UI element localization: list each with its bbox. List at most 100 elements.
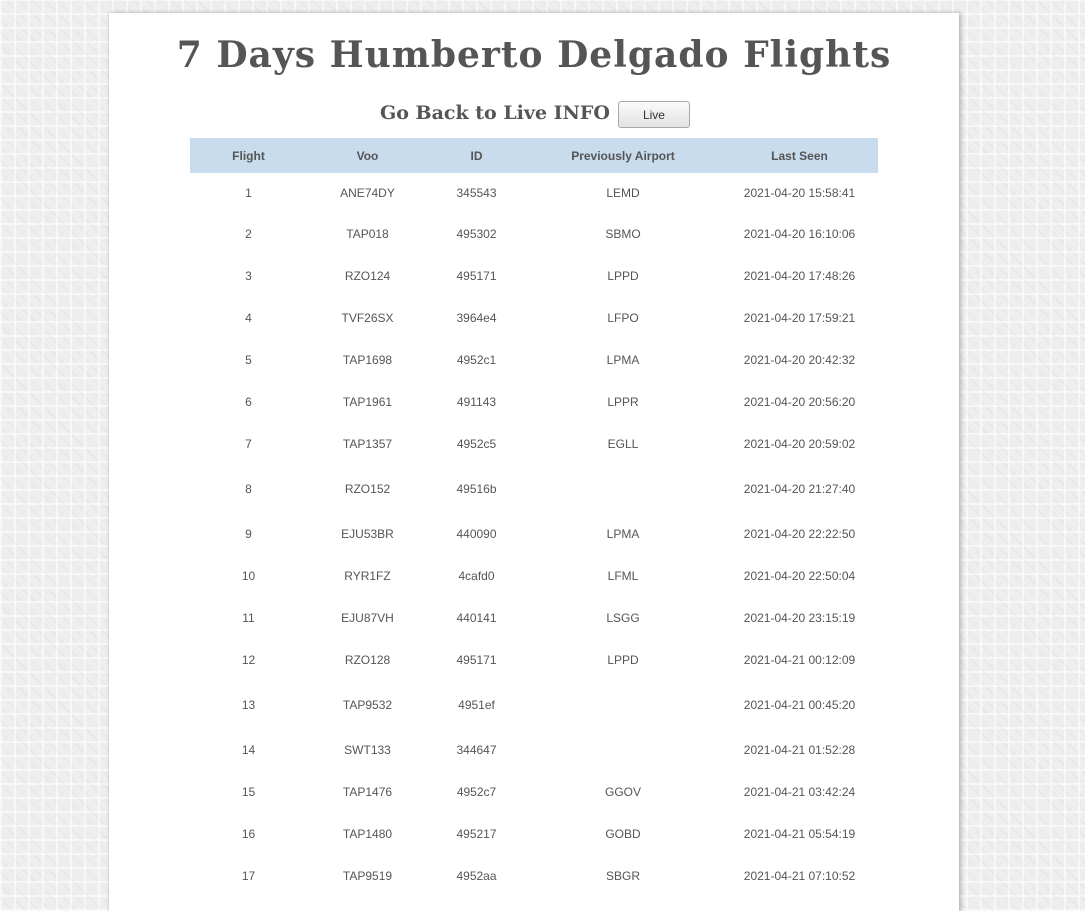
cell-voo: RZO128 xyxy=(344,653,391,667)
table-row: 10 RYR1FZ 4cafd0 LFML 2021-04-20 22:50:04 xyxy=(190,555,878,597)
cell-voo: TAP1698 xyxy=(342,353,393,367)
header-previously-airport: Previously Airport xyxy=(525,138,721,173)
header-voo: Voo xyxy=(307,138,428,173)
cell-voo: EJU87VH xyxy=(341,611,394,625)
table-header: Flight Voo ID Previously Airport Last Se… xyxy=(190,138,878,173)
table-row: 1 ANE74DY 345543 LEMD 2021-04-20 15:58:41 xyxy=(190,173,878,213)
table-row: 6 TAP1961 491143 LPPR 2021-04-20 20:56:20 xyxy=(190,381,878,423)
cell-last-seen: 2021-04-20 22:22:50 xyxy=(743,527,856,541)
cell-last-seen: 2021-04-20 17:48:26 xyxy=(743,269,856,283)
content-panel: 7 Days Humberto Delgado Flights Go Back … xyxy=(109,13,959,911)
cell-voo: RZO124 xyxy=(344,269,391,283)
cell-voo: TAP9519 xyxy=(342,869,393,883)
table-row: 15 TAP1476 4952c7 GGOV 2021-04-21 03:42:24 xyxy=(190,771,878,813)
cell-last-seen: 2021-04-20 22:50:04 xyxy=(743,569,856,583)
cell-voo: EJU53BR xyxy=(341,527,394,541)
cell-last-seen: 2021-04-20 15:58:41 xyxy=(743,186,856,200)
cell-id: 491143 xyxy=(456,395,497,409)
cell-flight: 14 xyxy=(241,743,256,757)
table-row: 11 EJU87VH 440141 LSGG 2021-04-20 23:15:19 xyxy=(190,597,878,639)
cell-previously-airport: LPPR xyxy=(607,395,639,409)
cell-voo: SWT133 xyxy=(344,743,391,757)
cell-last-seen: 2021-04-21 07:10:52 xyxy=(743,869,856,883)
live-info-row: Go Back to Live INFO Live xyxy=(109,99,959,128)
cell-last-seen: 2021-04-20 23:15:19 xyxy=(743,611,856,625)
cell-id: 440141 xyxy=(456,611,497,625)
cell-voo: ANE74DY xyxy=(340,186,395,200)
table-row: 5 TAP1698 4952c1 LPMA 2021-04-20 20:42:32 xyxy=(190,339,878,381)
cell-previously-airport: LPMA xyxy=(606,527,640,541)
cell-last-seen: 2021-04-21 00:12:09 xyxy=(743,653,856,667)
cell-id: 4952c5 xyxy=(456,437,497,451)
cell-previously-airport: LPPD xyxy=(607,269,639,283)
cell-voo: TAP1961 xyxy=(342,395,393,409)
cell-previously-airport: EGLL xyxy=(607,437,639,451)
cell-last-seen: 2021-04-21 03:42:24 xyxy=(743,785,856,799)
cell-id: 495171 xyxy=(456,269,497,283)
cell-last-seen: 2021-04-20 16:10:06 xyxy=(743,227,856,241)
cell-flight: 9 xyxy=(245,527,252,541)
cell-previously-airport: SBMO xyxy=(605,227,641,241)
cell-flight: 2 xyxy=(245,227,252,241)
table-row: 2 TAP018 495302 SBMO 2021-04-20 16:10:06 xyxy=(190,213,878,255)
cell-last-seen: 2021-04-21 00:45:20 xyxy=(743,698,856,712)
cell-id: 440090 xyxy=(456,527,497,541)
cell-last-seen: 2021-04-21 05:54:19 xyxy=(743,827,856,841)
cell-id: 49516b xyxy=(456,482,497,496)
cell-id: 4951ef xyxy=(458,698,495,712)
table-row: 8 RZO152 49516b 2021-04-20 21:27:40 xyxy=(190,465,878,513)
cell-previously-airport: SBGR xyxy=(605,869,640,883)
cell-id: 344647 xyxy=(456,743,497,757)
cell-id: 345543 xyxy=(456,186,497,200)
cell-previously-airport: GGOV xyxy=(604,785,641,799)
table-body: 1 ANE74DY 345543 LEMD 2021-04-20 15:58:41 2 TA… xyxy=(190,173,878,897)
table-row: 16 TAP1480 495217 GOBD 2021-04-21 05:54:19 xyxy=(190,813,878,855)
cell-id: 495217 xyxy=(456,827,497,841)
cell-previously-airport: GOBD xyxy=(605,827,641,841)
cell-flight: 11 xyxy=(242,611,255,625)
cell-flight: 7 xyxy=(245,437,252,451)
cell-last-seen: 2021-04-20 20:42:32 xyxy=(743,353,856,367)
cell-voo: TAP1357 xyxy=(342,437,393,451)
live-button[interactable]: Live xyxy=(617,101,690,128)
table-row: 14 SWT133 344647 2021-04-21 01:52:28 xyxy=(190,729,878,771)
cell-flight: 6 xyxy=(245,395,252,409)
cell-previously-airport: LPPD xyxy=(607,653,639,667)
cell-previously-airport: LPMA xyxy=(606,353,640,367)
cell-voo: TAP1476 xyxy=(342,785,393,799)
cell-flight: 15 xyxy=(241,785,256,799)
header-flight: Flight xyxy=(190,138,307,173)
table-row: 17 TAP9519 4952aa SBGR 2021-04-21 07:10:52 xyxy=(190,855,878,897)
cell-previously-airport xyxy=(525,729,721,771)
cell-last-seen: 2021-04-20 17:59:21 xyxy=(743,311,856,325)
cell-voo: TVF26SX xyxy=(341,311,394,325)
cell-flight: 17 xyxy=(241,869,256,883)
cell-id: 4952aa xyxy=(456,869,497,883)
cell-last-seen: 2021-04-20 20:56:20 xyxy=(743,395,856,409)
table-header-row: Flight Voo ID Previously Airport Last Se… xyxy=(190,138,878,173)
cell-previously-airport: LSGG xyxy=(606,611,640,625)
cell-previously-airport xyxy=(525,681,721,729)
flights-table: Flight Voo ID Previously Airport Last Se… xyxy=(190,138,878,897)
cell-voo: TAP018 xyxy=(346,227,389,241)
table-row: 4 TVF26SX 3964e4 LFPO 2021-04-20 17:59:21 xyxy=(190,297,878,339)
header-last-seen: Last Seen xyxy=(721,138,878,173)
cell-voo: RYR1FZ xyxy=(344,569,391,583)
cell-id: 3964e4 xyxy=(456,311,497,325)
cell-id: 4cafd0 xyxy=(458,569,495,583)
table-row: 9 EJU53BR 440090 LPMA 2021-04-20 22:22:50 xyxy=(190,513,878,555)
cell-last-seen: 2021-04-21 01:52:28 xyxy=(743,743,856,757)
cell-id: 4952c7 xyxy=(456,785,497,799)
header-id: ID xyxy=(428,138,525,173)
cell-flight: 10 xyxy=(241,569,256,583)
cell-id: 495171 xyxy=(456,653,497,667)
cell-flight: 5 xyxy=(245,353,252,367)
cell-flight: 1 xyxy=(245,186,252,200)
cell-previously-airport xyxy=(525,465,721,513)
cell-last-seen: 2021-04-20 20:59:02 xyxy=(743,437,856,451)
cell-flight: 13 xyxy=(241,698,256,712)
cell-id: 4952c1 xyxy=(456,353,497,367)
table-row: 7 TAP1357 4952c5 EGLL 2021-04-20 20:59:02 xyxy=(190,423,878,465)
cell-previously-airport: LFML xyxy=(607,569,639,583)
table-row: 13 TAP9532 4951ef 2021-04-21 00:45:20 xyxy=(190,681,878,729)
